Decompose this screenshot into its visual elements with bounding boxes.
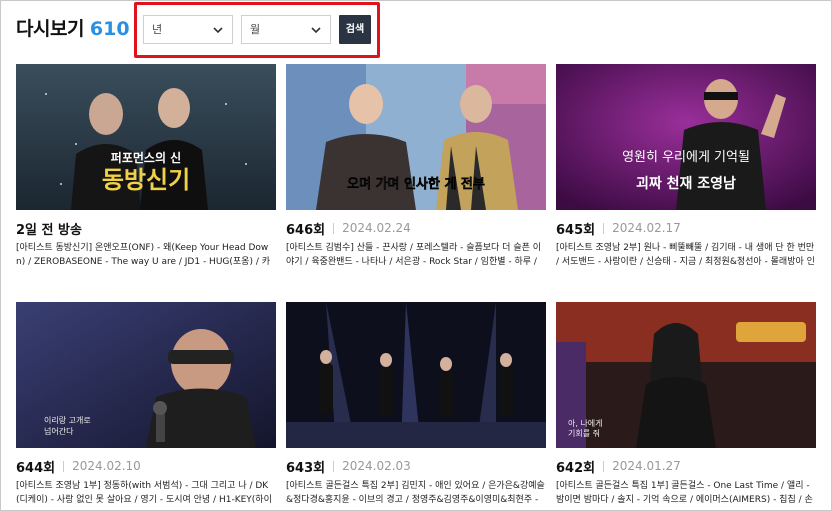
episode-meta: 643회 2024.02.03 [286,457,546,476]
svg-text:퍼포먼스의 신: 퍼포먼스의 신 [111,150,181,165]
month-select-value: 월 [250,23,261,36]
svg-text:영원히 우리에게 기억될: 영원히 우리에게 기억될 [622,150,750,165]
episode-number[interactable]: 643회 [286,457,325,476]
episode-description[interactable]: [아티스트 조영남 2부] 원나 - 삐뚤빼뚤 / 김기태 - 내 생애 단 한… [556,241,816,269]
episode-thumbnail[interactable]: 아, 나에게 기회를 줘 [556,302,816,448]
episode-date: 2024.02.10 [72,459,141,473]
svg-text:넘어간다: 넘어간다 [44,426,74,436]
episode-number[interactable]: 645회 [556,219,595,238]
page-header: 다시보기 610 [16,14,130,40]
chevron-down-icon [311,27,321,34]
episode-meta: 645회 2024.02.17 [556,219,816,238]
episode-description[interactable]: [아티스트 골든걸스 특집 1부] 골든걸스 - One Last Time /… [556,479,816,507]
episode-description[interactable]: [아티스트 동방신기] 온앤오프(ONF) - 왜(Keep Your Head… [16,241,276,269]
episode-number[interactable]: 2일 전 방송 [16,219,82,238]
thumbnail-caption: 오며 가며 인사한 게 전부 [347,176,485,192]
episode-thumbnail[interactable]: 영원히 우리에게 기억될 괴짜 천재 조영남 [556,64,816,210]
filter-bar: 년 월 검색 [134,2,380,58]
search-button[interactable]: 검색 [339,15,371,44]
episode-number[interactable]: 642회 [556,457,595,476]
episode-number[interactable]: 644회 [16,457,55,476]
svg-text:기회를 줘: 기회를 줘 [568,428,600,438]
episode-description[interactable]: [아티스트 김범수] 산들 - 끈사랑 / 포레스텔라 - 슬픔보다 더 슬픈 … [286,241,546,269]
svg-text:동방신기: 동방신기 [102,166,190,194]
episode-thumbnail[interactable]: 이리랑 고개로 넘어간다 [16,302,276,448]
page-title: 다시보기 [16,18,84,40]
meta-divider [333,460,335,472]
episode-meta: 644회 2024.02.10 [16,457,276,476]
meta-divider [333,222,335,234]
meta-divider [603,222,605,234]
episode-thumbnail[interactable]: 퍼포먼스의 신 동방신기 [16,64,276,210]
episode-thumbnail[interactable]: 오며 가며 인사한 게 전부 [286,64,546,210]
episode-description[interactable]: [아티스트 골든걸스 특집 2부] 김민지 - 애인 있어요 / 은가은&강예슬… [286,479,546,507]
episode-meta: 642회 2024.01.27 [556,457,816,476]
episode-meta: 2일 전 방송 [16,219,276,238]
episode-date: 2024.02.17 [612,221,681,235]
total-count: 610 [89,18,130,40]
episode-date: 2024.01.27 [612,459,681,473]
svg-text:아, 나에게: 아, 나에게 [568,418,603,428]
episode-meta: 646회 2024.02.24 [286,219,546,238]
episode-description[interactable]: [아티스트 조영남 1부] 정동하(with 서범석) - 그대 그리고 나 /… [16,479,276,507]
year-select[interactable]: 년 [143,15,233,44]
episode-thumbnail[interactable] [286,302,546,448]
meta-divider [603,460,605,472]
svg-text:괴짜 천재 조영남: 괴짜 천재 조영남 [636,175,736,192]
svg-text:이리랑 고개로: 이리랑 고개로 [44,415,91,425]
episode-date: 2024.02.03 [342,459,411,473]
chevron-down-icon [213,27,223,34]
meta-divider [63,460,65,472]
month-select[interactable]: 월 [241,15,331,44]
episode-date: 2024.02.24 [342,221,411,235]
year-select-value: 년 [152,23,163,36]
episode-number[interactable]: 646회 [286,219,325,238]
